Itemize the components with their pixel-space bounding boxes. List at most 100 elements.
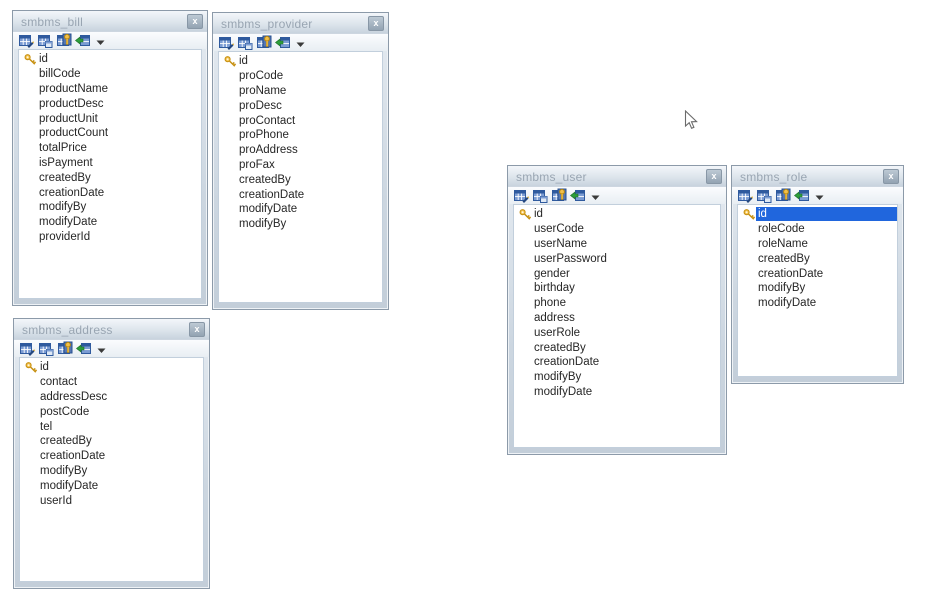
- dropdown-arrow-icon[interactable]: [95, 35, 106, 46]
- field-row[interactable]: creationDate: [219, 187, 382, 202]
- field-label: proContact: [237, 114, 382, 128]
- table-copy-icon[interactable]: [37, 33, 53, 48]
- field-row[interactable]: isPayment: [19, 156, 201, 171]
- close-button[interactable]: x: [187, 14, 203, 29]
- panel-toolbar: [732, 187, 903, 204]
- field-label: proDesc: [237, 99, 382, 113]
- field-row[interactable]: addressDesc: [20, 390, 203, 405]
- table-insert-icon[interactable]: [570, 188, 586, 203]
- field-row[interactable]: createdBy: [514, 340, 720, 355]
- field-row[interactable]: modifyDate: [738, 296, 897, 311]
- field-row[interactable]: proName: [219, 84, 382, 99]
- panel-titlebar[interactable]: smbms_role x: [732, 166, 903, 187]
- close-button[interactable]: x: [706, 169, 722, 184]
- field-row[interactable]: postCode: [20, 404, 203, 419]
- field-row[interactable]: modifyBy: [219, 217, 382, 232]
- field-row[interactable]: birthday: [514, 281, 720, 296]
- table-key-icon[interactable]: [775, 188, 791, 203]
- field-row[interactable]: proDesc: [219, 98, 382, 113]
- field-row[interactable]: modifyBy: [514, 370, 720, 385]
- close-button[interactable]: x: [883, 169, 899, 184]
- panel-titlebar[interactable]: smbms_provider x: [213, 13, 388, 34]
- field-row[interactable]: creationDate: [20, 449, 203, 464]
- table-copy-icon[interactable]: [532, 188, 548, 203]
- panel-titlebar[interactable]: smbms_bill x: [13, 11, 207, 32]
- field-row[interactable]: roleCode: [738, 222, 897, 237]
- field-row[interactable]: id: [219, 54, 382, 69]
- field-row[interactable]: userId: [20, 493, 203, 508]
- field-row[interactable]: proContact: [219, 113, 382, 128]
- field-row[interactable]: createdBy: [219, 172, 382, 187]
- table-key-icon[interactable]: [57, 341, 73, 356]
- field-row[interactable]: address: [514, 311, 720, 326]
- field-row[interactable]: creationDate: [19, 185, 201, 200]
- table-insert-icon[interactable]: [794, 188, 810, 203]
- field-row[interactable]: proCode: [219, 69, 382, 84]
- field-row[interactable]: id: [19, 52, 201, 67]
- field-row[interactable]: proAddress: [219, 143, 382, 158]
- field-row[interactable]: tel: [20, 419, 203, 434]
- field-row[interactable]: productDesc: [19, 96, 201, 111]
- dropdown-arrow-icon[interactable]: [96, 343, 107, 354]
- panel-titlebar[interactable]: smbms_address x: [14, 319, 209, 340]
- field-row[interactable]: totalPrice: [19, 141, 201, 156]
- field-label: creationDate: [237, 188, 382, 202]
- field-row[interactable]: id: [20, 360, 203, 375]
- field-row[interactable]: userPassword: [514, 251, 720, 266]
- field-label: postCode: [38, 405, 203, 419]
- field-row[interactable]: createdBy: [738, 251, 897, 266]
- field-row[interactable]: productCount: [19, 126, 201, 141]
- field-row[interactable]: billCode: [19, 67, 201, 82]
- field-row[interactable]: creationDate: [514, 355, 720, 370]
- field-list: idbillCodeproductNameproductDescproductU…: [18, 49, 202, 299]
- table-key-icon[interactable]: [56, 33, 72, 48]
- field-row[interactable]: modifyDate: [20, 478, 203, 493]
- field-row[interactable]: modifyDate: [19, 215, 201, 230]
- table-key-icon[interactable]: [256, 35, 272, 50]
- table-insert-icon[interactable]: [76, 341, 92, 356]
- field-row[interactable]: phone: [514, 296, 720, 311]
- table-insert-icon[interactable]: [75, 33, 91, 48]
- field-row[interactable]: createdBy: [19, 170, 201, 185]
- field-row[interactable]: contact: [20, 375, 203, 390]
- table-edit-icon[interactable]: [513, 188, 529, 203]
- field-row[interactable]: modifyDate: [514, 385, 720, 400]
- field-row[interactable]: creationDate: [738, 266, 897, 281]
- field-row[interactable]: id: [514, 207, 720, 222]
- field-row[interactable]: id: [738, 207, 897, 222]
- field-row[interactable]: roleName: [738, 237, 897, 252]
- close-icon: x: [192, 16, 197, 26]
- table-copy-icon[interactable]: [756, 188, 772, 203]
- field-row[interactable]: createdBy: [20, 434, 203, 449]
- table-edit-icon[interactable]: [19, 341, 35, 356]
- field-row[interactable]: modifyBy: [19, 200, 201, 215]
- field-row[interactable]: gender: [514, 266, 720, 281]
- field-row[interactable]: userCode: [514, 222, 720, 237]
- table-copy-icon[interactable]: [237, 35, 253, 50]
- table-key-icon[interactable]: [551, 188, 567, 203]
- table-edit-icon[interactable]: [18, 33, 34, 48]
- close-button[interactable]: x: [189, 322, 205, 337]
- dropdown-arrow-icon[interactable]: [590, 190, 601, 201]
- field-row[interactable]: proPhone: [219, 128, 382, 143]
- field-row[interactable]: productName: [19, 82, 201, 97]
- dropdown-arrow-icon[interactable]: [814, 190, 825, 201]
- table-insert-icon[interactable]: [275, 35, 291, 50]
- field-row[interactable]: productUnit: [19, 111, 201, 126]
- field-row[interactable]: modifyDate: [219, 202, 382, 217]
- field-row[interactable]: userName: [514, 237, 720, 252]
- close-button[interactable]: x: [368, 16, 384, 31]
- field-row[interactable]: userRole: [514, 325, 720, 340]
- field-row[interactable]: modifyBy: [20, 464, 203, 479]
- field-row[interactable]: providerId: [19, 230, 201, 245]
- field-row[interactable]: modifyBy: [738, 281, 897, 296]
- field-label: proFax: [237, 158, 382, 172]
- dropdown-arrow-icon[interactable]: [295, 37, 306, 48]
- field-label: creationDate: [532, 355, 720, 369]
- table-edit-icon[interactable]: [218, 35, 234, 50]
- panel-titlebar[interactable]: smbms_user x: [508, 166, 726, 187]
- field-row[interactable]: proFax: [219, 158, 382, 173]
- table-copy-icon[interactable]: [38, 341, 54, 356]
- table-panel: smbms_user x iduserCodeuserNameuserPassw…: [507, 165, 727, 455]
- table-edit-icon[interactable]: [737, 188, 753, 203]
